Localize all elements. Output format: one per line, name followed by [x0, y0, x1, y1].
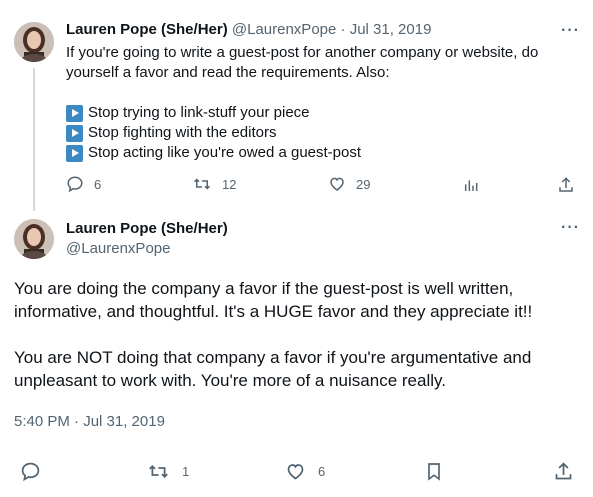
avatar[interactable] [14, 22, 54, 62]
reply-button[interactable] [20, 461, 41, 482]
like-count: 6 [318, 464, 326, 479]
more-options-icon[interactable]: ··· [561, 22, 580, 40]
author-handle[interactable]: @LaurenxPope [232, 21, 336, 38]
tweet-2-header: Lauren Pope (She/Her) @LaurenxPope [66, 219, 228, 259]
avatar[interactable] [14, 219, 54, 259]
bullet-text: Stop trying to link-stuff your piece [88, 104, 310, 121]
bookmark-icon [428, 463, 440, 481]
like-button[interactable]: 29 [328, 175, 370, 193]
tweet-text-line: unpleasant to work with. You're more of … [14, 371, 446, 390]
heart-icon [287, 464, 304, 480]
bookmark-button[interactable] [424, 461, 444, 482]
bullet-text: Stop fighting with the editors [88, 124, 277, 141]
reply-button[interactable]: 6 [66, 175, 101, 193]
like-count: 29 [356, 176, 371, 192]
tweet-text-line: You are doing the company a favor if the… [14, 279, 514, 298]
author-handle[interactable]: @LaurenxPope [66, 239, 228, 259]
tweet-timestamp[interactable]: 5:40 PM · Jul 31, 2019 [14, 413, 165, 430]
analytics-button[interactable] [463, 177, 479, 193]
tweet-text-line: yourself a favor and read the requiremen… [66, 64, 390, 81]
reply-icon [67, 176, 83, 193]
play-button-icon [66, 144, 83, 162]
retweet-button[interactable]: 1 [147, 461, 189, 482]
analytics-icon [464, 180, 478, 191]
share-button[interactable] [557, 176, 575, 194]
tweet-1[interactable]: Lauren Pope (She/Her) @LaurenxPope · Jul… [66, 20, 576, 163]
play-button-icon [66, 124, 83, 142]
author-name[interactable]: Lauren Pope (She/Her) [66, 21, 228, 38]
reply-count: 6 [94, 176, 102, 192]
share-icon [555, 462, 572, 480]
share-button[interactable] [553, 461, 574, 482]
separator: · [340, 21, 346, 38]
author-name[interactable]: Lauren Pope (She/Her) [66, 219, 228, 239]
retweet-count: 12 [222, 176, 237, 192]
tweet-text-line: If you're going to write a guest-post fo… [66, 44, 539, 61]
tweet-date[interactable]: Jul 31, 2019 [350, 21, 432, 38]
list-item: Stop acting like you're owed a guest-pos… [66, 143, 576, 163]
list-item: Stop fighting with the editors [66, 123, 576, 143]
more-options-icon[interactable]: ··· [561, 219, 580, 237]
bullet-text: Stop acting like you're owed a guest-pos… [88, 144, 362, 161]
retweet-button[interactable]: 12 [192, 175, 236, 193]
reply-icon [21, 462, 40, 482]
tweet-2-actions: 1 6 [0, 459, 593, 485]
tweet-1-header: Lauren Pope (She/Her) @LaurenxPope · Jul… [66, 20, 576, 40]
tweet-text-line: You are NOT doing that company a favor i… [14, 348, 532, 367]
tweet-2-text: You are doing the company a favor if the… [14, 277, 579, 392]
tweet-1-text: If you're going to write a guest-post fo… [66, 43, 576, 163]
share-icon [559, 177, 573, 192]
thread-line [33, 68, 35, 211]
list-item: Stop trying to link-stuff your piece [66, 103, 576, 123]
tweet-text-line: informative, and thoughtful. It's a HUGE… [14, 302, 533, 321]
retweet-icon [149, 465, 168, 478]
like-button[interactable]: 6 [285, 461, 325, 482]
tweet-1-actions: 6 12 29 [66, 175, 576, 197]
retweet-icon [193, 178, 211, 190]
play-button-icon [66, 104, 83, 122]
heart-icon [330, 177, 344, 191]
retweet-count: 1 [182, 464, 190, 479]
